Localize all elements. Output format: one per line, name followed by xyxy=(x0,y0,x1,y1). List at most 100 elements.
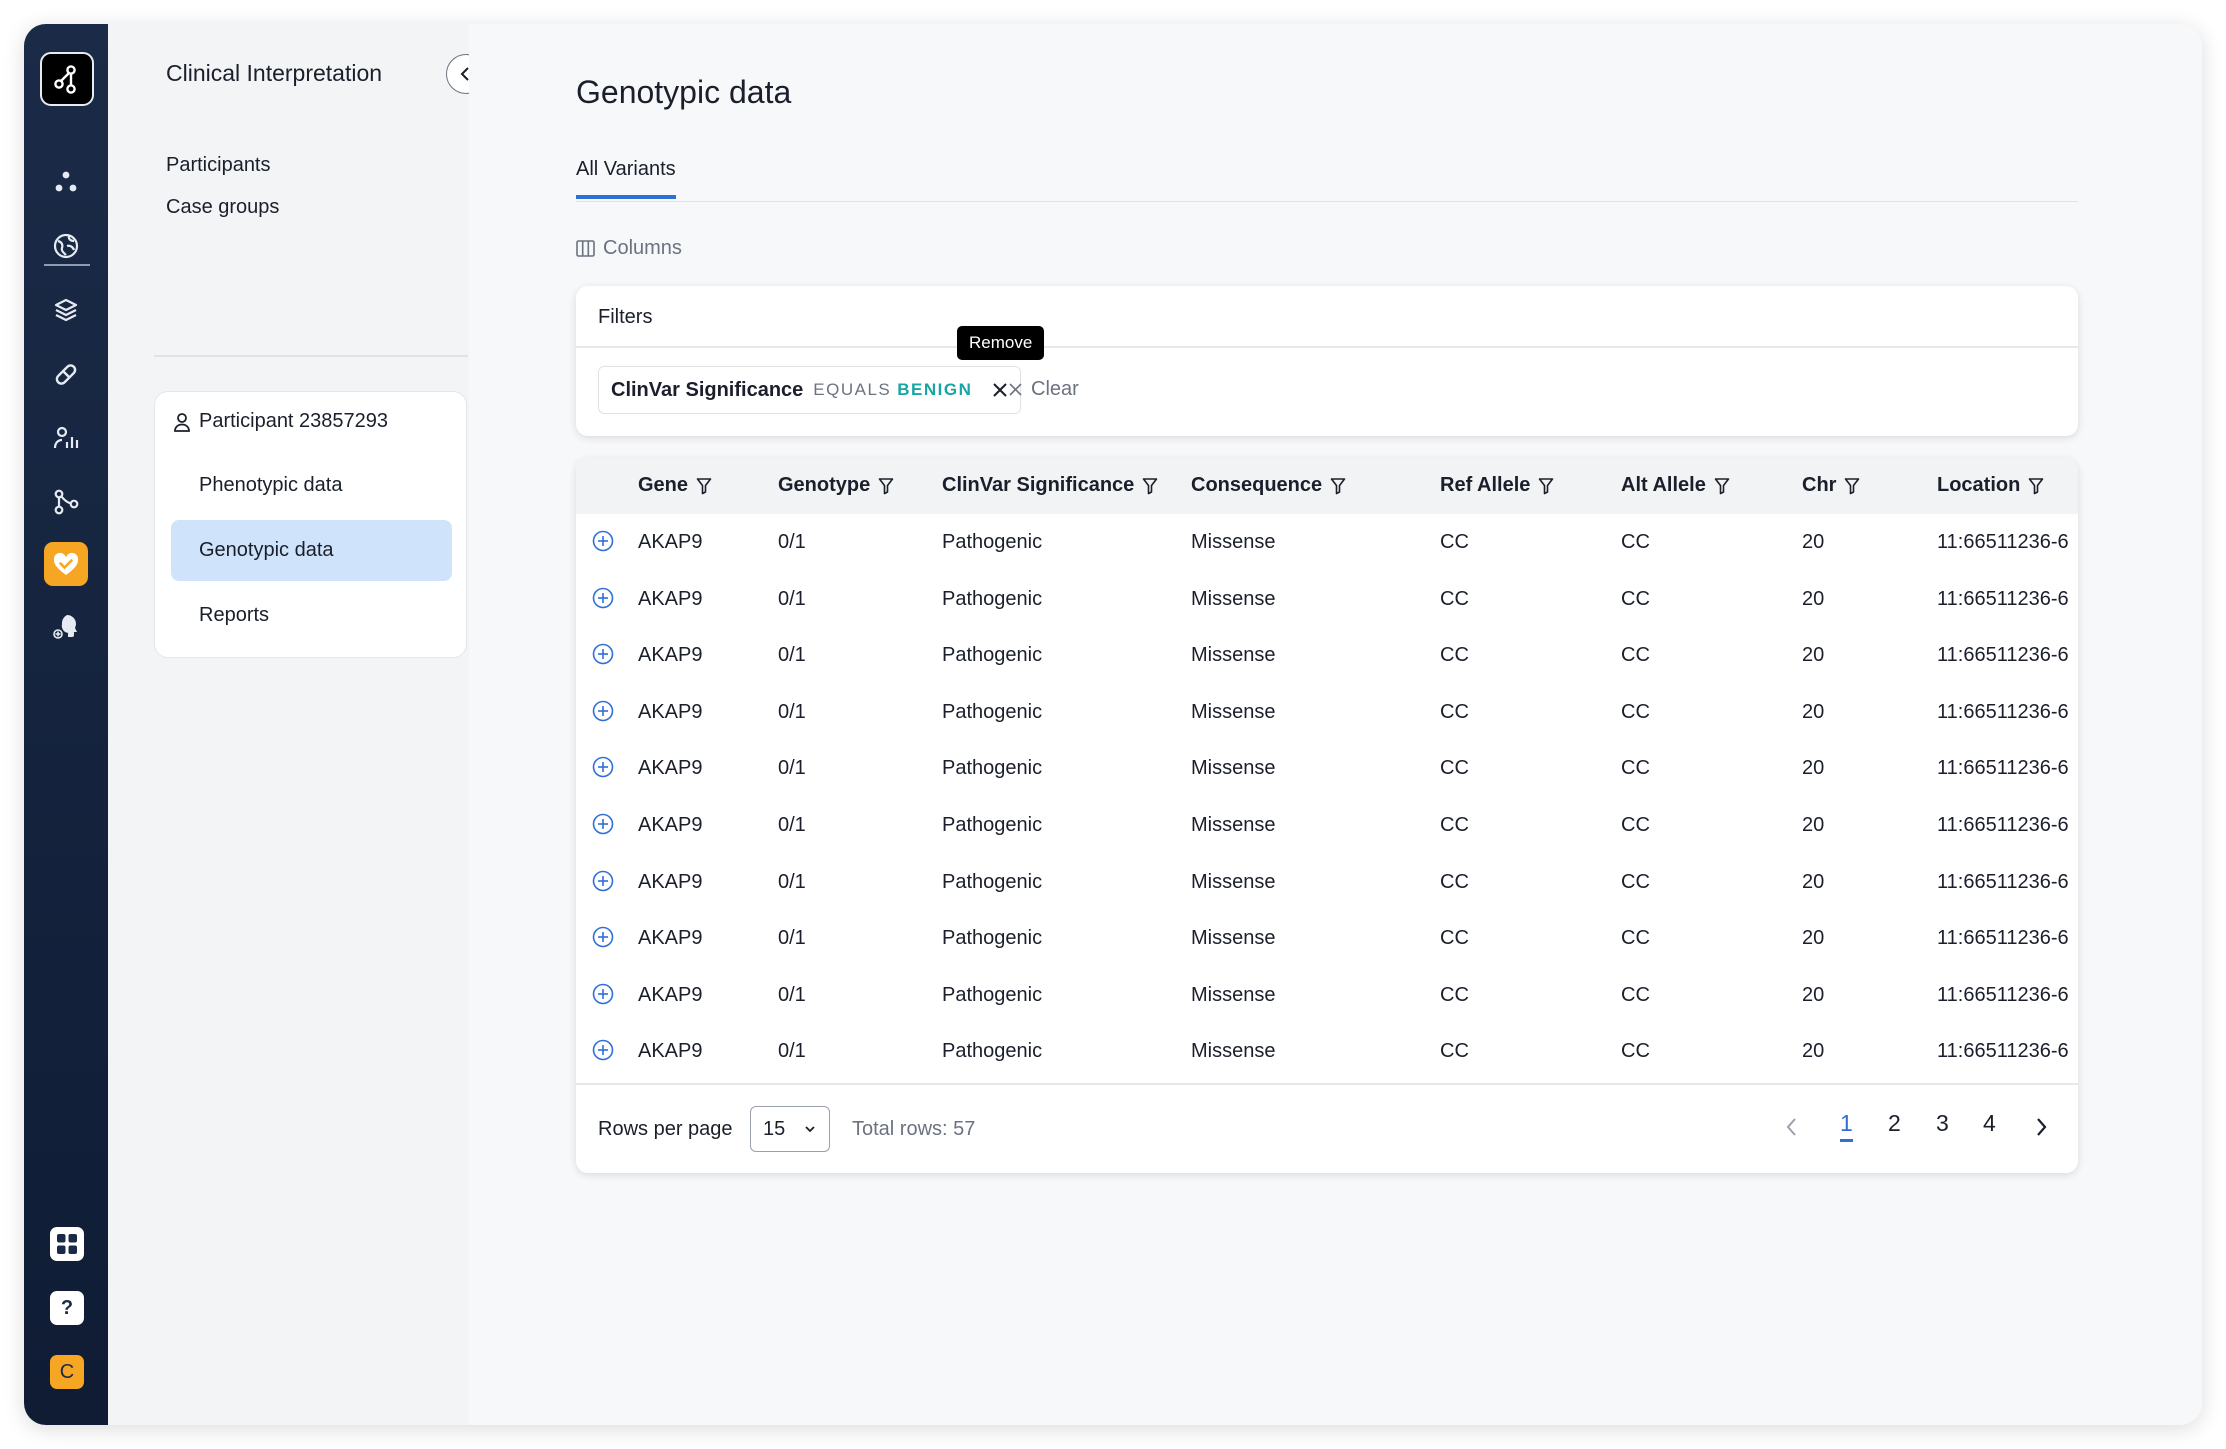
tab-all-variants[interactable]: All Variants xyxy=(576,158,676,199)
table-row[interactable]: AKAP9 0/1 Pathogenic Missense CC CC 20 11:66511… xyxy=(576,797,2078,854)
expand-row-icon[interactable] xyxy=(592,1039,614,1061)
column-header-location[interactable]: Location xyxy=(1937,474,2044,497)
cell-gene: AKAP9 xyxy=(638,644,703,667)
table-row[interactable]: AKAP9 0/1 Pathogenic Missense CC CC 20 11:66511… xyxy=(576,514,2078,571)
head-icon[interactable] xyxy=(46,606,86,646)
filter-icon[interactable] xyxy=(2028,477,2044,495)
cell-clinvar-significance: Pathogenic xyxy=(942,1040,1043,1063)
pill-icon[interactable] xyxy=(46,354,86,394)
item-label: Genotypic data xyxy=(199,539,334,561)
cell-genotype: 0/1 xyxy=(778,644,806,667)
next-page-icon[interactable] xyxy=(2032,1116,2050,1138)
clear-filters-button[interactable]: Clear xyxy=(1008,378,1079,401)
table-row[interactable]: AKAP9 0/1 Pathogenic Missense CC CC 20 11:66511… xyxy=(576,854,2078,911)
expand-row-icon[interactable] xyxy=(592,813,614,835)
cell-location: 11:66511236-6 xyxy=(1937,983,2069,1006)
expand-row-icon[interactable] xyxy=(592,530,614,552)
cell-consequence: Missense xyxy=(1191,927,1276,950)
table-row[interactable]: AKAP9 0/1 Pathogenic Missense CC CC 20 11:66511… xyxy=(576,571,2078,628)
globe-icon[interactable] xyxy=(46,226,86,266)
filter-field: ClinVar Significance xyxy=(611,378,804,401)
filter-icon[interactable] xyxy=(1844,477,1860,495)
nav-divider xyxy=(154,355,468,357)
nav-link-case-groups[interactable]: Case groups xyxy=(166,196,279,219)
cell-alt-allele: CC xyxy=(1621,587,1650,610)
expand-row-icon[interactable] xyxy=(592,983,614,1005)
prev-page-icon[interactable] xyxy=(1783,1116,1801,1138)
remove-filter-button[interactable] xyxy=(992,382,1008,398)
page-1[interactable]: 1 xyxy=(1840,1110,1853,1142)
column-header-consequence[interactable]: Consequence xyxy=(1191,474,1346,497)
cell-genotype: 0/1 xyxy=(778,927,806,950)
cell-gene: AKAP9 xyxy=(638,531,703,553)
filter-icon[interactable] xyxy=(1330,477,1346,495)
column-header-chr[interactable]: Chr xyxy=(1802,474,1860,497)
filter-icon[interactable] xyxy=(1538,477,1554,495)
cell-location: 11:66511236-6 xyxy=(1937,531,2069,553)
table-row[interactable]: AKAP9 0/1 Pathogenic Missense CC CC 20 11:66511… xyxy=(576,684,2078,741)
rows-per-page-label: Rows per page xyxy=(598,1118,733,1140)
apps-grid-icon[interactable] xyxy=(50,1227,84,1261)
participant-item-genotypic-data[interactable]: Genotypic data xyxy=(171,520,452,581)
filter-icon[interactable] xyxy=(1142,477,1158,495)
table-row[interactable]: AKAP9 0/1 Pathogenic Missense CC CC 20 11:66511… xyxy=(576,910,2078,967)
column-label: Ref Allele xyxy=(1440,474,1531,496)
columns-button[interactable]: Columns xyxy=(576,237,682,260)
page-3[interactable]: 3 xyxy=(1936,1110,1949,1137)
expand-row-icon[interactable] xyxy=(592,587,614,609)
logo-icon[interactable] xyxy=(40,52,94,106)
column-header-clinvar-significance[interactable]: ClinVar Significance xyxy=(942,474,1158,497)
cell-chr: 20 xyxy=(1802,1040,1825,1063)
cell-chr: 20 xyxy=(1802,757,1825,780)
page-2[interactable]: 2 xyxy=(1888,1110,1901,1137)
table-row[interactable]: AKAP9 0/1 Pathogenic Missense CC CC 20 11:66511… xyxy=(576,740,2078,797)
page-4[interactable]: 4 xyxy=(1983,1110,1996,1137)
help-icon[interactable]: ? xyxy=(50,1291,84,1325)
cell-genotype: 0/1 xyxy=(778,983,806,1006)
cell-alt-allele: CC xyxy=(1621,927,1650,950)
cell-gene: AKAP9 xyxy=(638,587,703,610)
column-header-ref-allele[interactable]: Ref Allele xyxy=(1440,474,1554,497)
cell-ref-allele: CC xyxy=(1440,531,1469,553)
participant-item-phenotypic-data[interactable]: Phenotypic data xyxy=(171,455,452,516)
cell-consequence: Missense xyxy=(1191,757,1276,780)
cell-ref-allele: CC xyxy=(1440,644,1469,667)
filter-icon[interactable] xyxy=(696,477,712,495)
cell-genotype: 0/1 xyxy=(778,587,806,610)
participant-item-reports[interactable]: Reports xyxy=(171,585,452,646)
column-header-alt-allele[interactable]: Alt Allele xyxy=(1621,474,1730,497)
cell-clinvar-significance: Pathogenic xyxy=(942,587,1043,610)
heart-check-icon[interactable] xyxy=(44,542,88,586)
total-rows: Total rows: 57 xyxy=(852,1118,976,1140)
expand-row-icon[interactable] xyxy=(592,926,614,948)
cell-location: 11:66511236-6 xyxy=(1937,700,2069,723)
expand-row-icon[interactable] xyxy=(592,870,614,892)
column-header-gene[interactable]: Gene xyxy=(638,474,712,497)
column-label: Alt Allele xyxy=(1621,474,1706,496)
expand-row-icon[interactable] xyxy=(592,643,614,665)
expand-row-icon[interactable] xyxy=(592,756,614,778)
branch-icon[interactable] xyxy=(46,482,86,522)
filter-icon[interactable] xyxy=(1714,477,1730,495)
cell-ref-allele: CC xyxy=(1440,983,1469,1006)
table-row[interactable]: AKAP9 0/1 Pathogenic Missense CC CC 20 11:66511… xyxy=(576,967,2078,1024)
cell-genotype: 0/1 xyxy=(778,757,806,780)
clear-label: Clear xyxy=(1031,378,1079,400)
nav-link-participants[interactable]: Participants xyxy=(166,154,271,177)
column-header-genotype[interactable]: Genotype xyxy=(778,474,894,497)
rows-per-page-select[interactable]: 15 xyxy=(750,1106,830,1152)
cluster-icon[interactable] xyxy=(46,162,86,202)
user-avatar[interactable]: C xyxy=(50,1355,84,1389)
filters-title: Filters xyxy=(598,306,653,328)
cell-consequence: Missense xyxy=(1191,700,1276,723)
table-row[interactable]: AKAP9 0/1 Pathogenic Missense CC CC 20 11:66511… xyxy=(576,1023,2078,1080)
layers-icon[interactable] xyxy=(46,290,86,330)
cell-alt-allele: CC xyxy=(1621,757,1650,780)
expand-row-icon[interactable] xyxy=(592,700,614,722)
table-row[interactable]: AKAP9 0/1 Pathogenic Missense CC CC 20 11:66511… xyxy=(576,627,2078,684)
filter-icon[interactable] xyxy=(878,477,894,495)
analytics-icon[interactable] xyxy=(46,418,86,458)
cell-genotype: 0/1 xyxy=(778,870,806,893)
help-label: ? xyxy=(60,1296,74,1319)
cell-genotype: 0/1 xyxy=(778,814,806,836)
